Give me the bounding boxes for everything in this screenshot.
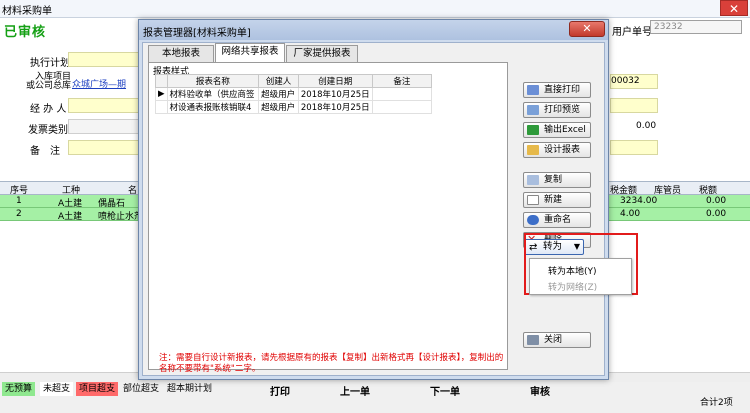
legend-no-budget: 无预算 <box>2 382 36 396</box>
printer-icon <box>527 85 539 95</box>
excel-icon <box>527 125 539 135</box>
convert-menu: 转为本地(Y) 转为网络(Z) <box>529 258 632 295</box>
print-preview-label: 打印预览 <box>544 105 581 115</box>
tab-panel: 报表样式 报表名称 创建人 创建日期 备注 ▶ 材料验收单（供应商签 超级用户 … <box>148 62 508 374</box>
right-field-1[interactable] <box>610 98 658 113</box>
total-count: 合计2项 <box>700 398 733 408</box>
row-indicator-header <box>155 74 168 88</box>
design-icon <box>527 145 539 155</box>
next-button[interactable]: 下一单 <box>430 383 460 398</box>
copy-label: 复制 <box>544 175 563 185</box>
prev-button[interactable]: 上一单 <box>340 383 370 398</box>
copy-button[interactable]: 复制 <box>523 172 591 188</box>
report-note <box>371 87 433 101</box>
invoice-field[interactable] <box>68 119 140 134</box>
new-label: 新建 <box>544 195 563 205</box>
report-date: 2018年10月25日 <box>297 87 373 101</box>
col-create-date: 创建日期 <box>297 74 373 88</box>
row-name: 喷枪止水剂 <box>98 212 144 222</box>
direct-print-label: 直接打印 <box>544 85 581 95</box>
report-name: 材料验收单（供应商签 <box>166 87 260 101</box>
menu-item-to-network[interactable]: 转为网络(Z) <box>548 280 597 293</box>
legend-project-over: 项目超支 <box>76 382 119 396</box>
rename-label: 重命名 <box>544 215 572 225</box>
handler-field[interactable] <box>68 98 140 113</box>
preview-icon <box>527 105 539 115</box>
plan-label: 执行计划 <box>30 58 70 69</box>
audited-stamp: 已审核 <box>4 25 47 40</box>
design-report-label: 设计报表 <box>544 145 581 155</box>
background-close-button[interactable]: ✕ <box>720 0 748 16</box>
dialog-close-button[interactable]: ✕ <box>569 21 605 37</box>
background-window-title: 材料采购单 <box>2 6 52 17</box>
background-titlebar <box>0 0 750 18</box>
report-manager-dialog: 报表管理器[材料采购单] ✕ 本地报表 网络共享报表 厂家提供报表 报表样式 报… <box>138 19 609 380</box>
exit-icon <box>527 335 539 345</box>
design-hint-note: 注：需要自行设计新报表，请先根据原有的报表【复制】出新格式再【设计报表】，复制出… <box>159 353 504 374</box>
row-tax-amount: 3234.00 <box>620 196 658 206</box>
report-creator: 超级用户 <box>258 87 299 101</box>
row-tax: 0.00 <box>706 196 727 206</box>
table-row[interactable]: 材设通表报账核销联4 超级用户 2018年10月25日 <box>155 100 433 114</box>
row-tax-amount: 4.00 <box>620 209 641 219</box>
right-field-2[interactable] <box>610 140 658 155</box>
row-indicator <box>155 100 168 114</box>
close-label: 关闭 <box>544 335 563 345</box>
project-link[interactable]: 众城广场—期 <box>72 77 126 90</box>
print-button[interactable]: 打印 <box>270 383 290 398</box>
report-note <box>371 100 433 114</box>
handler-label: 经 办 人 <box>30 104 67 115</box>
table-row[interactable]: ▶ 材料验收单（供应商签 超级用户 2018年10月25日 <box>155 87 433 101</box>
tab-network-reports[interactable]: 网络共享报表 <box>215 43 285 62</box>
design-report-button[interactable]: 设计报表 <box>523 142 591 158</box>
col-note: 备注 <box>371 74 433 88</box>
row-trade: A土建 <box>58 212 83 222</box>
doc-no-field[interactable]: 23232 <box>650 20 742 34</box>
row-tax: 0.00 <box>706 209 727 219</box>
report-name: 材设通表报账核销联4 <box>166 100 260 114</box>
col-report-name: 报表名称 <box>166 74 260 88</box>
dialog-titlebar[interactable]: 报表管理器[材料采购单] ✕ <box>139 20 608 40</box>
dialog-title: 报表管理器[材料采购单] <box>143 28 251 39</box>
tab-vendor-reports[interactable]: 厂家提供报表 <box>286 45 358 62</box>
audit-button[interactable]: 审核 <box>530 383 550 398</box>
row-selected-indicator: ▶ <box>155 87 168 101</box>
report-table: 报表名称 创建人 创建日期 备注 ▶ 材料验收单（供应商签 超级用户 2018年… <box>155 74 433 114</box>
legend-part-over: 部位超支 <box>120 382 163 396</box>
new-button[interactable]: 新建 <box>523 192 591 208</box>
menu-item-to-local[interactable]: 转为本地(Y) <box>548 264 597 277</box>
rename-icon <box>527 215 539 225</box>
amount-value: 0.00 <box>636 121 657 131</box>
dialog-body: 本地报表 网络共享报表 厂家提供报表 报表样式 报表名称 创建人 创建日期 备注 <box>142 42 605 376</box>
col-creator: 创建人 <box>258 74 299 88</box>
tab-local-reports[interactable]: 本地报表 <box>148 45 214 62</box>
plan-field[interactable] <box>68 52 140 67</box>
legend-period-over: 超本期计划 <box>164 382 216 396</box>
direct-print-button[interactable]: 直接打印 <box>523 82 591 98</box>
remark-field[interactable] <box>68 140 140 155</box>
report-creator: 超级用户 <box>258 100 299 114</box>
report-date: 2018年10月25日 <box>297 100 373 114</box>
row-no: 1 <box>16 196 22 206</box>
project-label: 入库项目 或公司总库 <box>26 72 72 91</box>
export-excel-label: 输出Excel <box>544 125 586 135</box>
new-file-icon <box>527 195 539 205</box>
close-button[interactable]: 关闭 <box>523 332 591 348</box>
row-no: 2 <box>16 209 22 219</box>
copy-icon <box>527 175 539 185</box>
doc-no-label: 用户单号 <box>612 27 652 38</box>
export-excel-button[interactable]: 输出Excel <box>523 122 591 138</box>
invoice-label: 发票类别 <box>28 125 68 136</box>
code-field[interactable]: 00032 <box>610 74 658 89</box>
legend-not-over: 未超支 <box>40 382 74 396</box>
print-preview-button[interactable]: 打印预览 <box>523 102 591 118</box>
rename-button[interactable]: 重命名 <box>523 212 591 228</box>
remark-label: 备 注 <box>30 146 60 157</box>
